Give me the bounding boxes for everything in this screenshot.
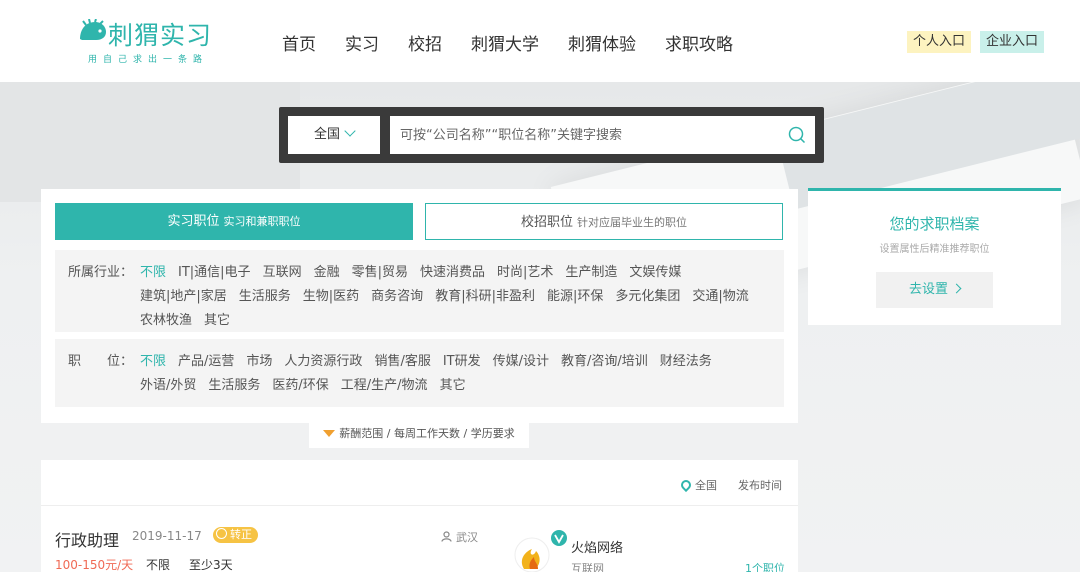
job-salary: 100-150元/天	[55, 558, 134, 572]
nav-campus[interactable]: 校招	[408, 30, 442, 55]
position-option[interactable]: 财经法务	[660, 354, 712, 369]
site-header: 刺猬实习 用自己求出一条路 首页 实习 校招 刺猬大学 刺猬体验 求职攻略 个人…	[0, 0, 1080, 82]
industry-option[interactable]: 文娱传媒	[629, 265, 681, 280]
position-options: 不限 产品/运营 市场 人力资源行政 销售/客服 IT研发 传媒/设计 教育/咨询/培训 财经法…	[140, 350, 770, 398]
company-entry-button[interactable]: 企业入口	[980, 31, 1045, 53]
industry-option[interactable]: 金融	[314, 265, 340, 280]
industry-options: 不限 IT|通信|电子 互联网 金融 零售|贸易 快速消费品 时尚|艺术 生产制造 文娱传媒建筑…	[140, 261, 770, 333]
position-option[interactable]: IT研发	[443, 354, 481, 369]
location-filter[interactable]: 全国	[678, 477, 717, 493]
position-option[interactable]: 销售/客服	[374, 354, 430, 369]
sort-by-time[interactable]: 发布时间	[738, 477, 782, 493]
job-education: 不限	[146, 558, 171, 572]
company-logo[interactable]	[508, 529, 570, 572]
brand-slogan: 用自己求出一条路	[88, 55, 209, 65]
chevron-down-icon	[344, 125, 356, 137]
position-option[interactable]: 市场	[246, 354, 272, 369]
industry-option[interactable]: 互联网	[263, 265, 302, 280]
personal-entry-button[interactable]: 个人入口	[907, 31, 972, 53]
job-date: 2019-11-17	[132, 529, 202, 543]
filter-panel: 实习职位 实习和兼职职位 校招职位 针对应届毕业生的职位 所属行业： 不限 IT|通信…	[41, 189, 798, 423]
position-option[interactable]: 其它	[440, 378, 466, 393]
industry-option[interactable]: 交通|物流	[692, 289, 748, 304]
industry-option[interactable]: 商务咨询	[371, 289, 423, 304]
industry-option[interactable]: 生物|医药	[303, 289, 359, 304]
industry-option[interactable]: 建筑|地产|家居	[140, 289, 227, 304]
industry-option[interactable]: 能源|环保	[547, 289, 603, 304]
position-option[interactable]: 教育/咨询/培训	[561, 354, 648, 369]
industry-option[interactable]: IT|通信|电子	[178, 265, 251, 280]
industry-option[interactable]: 时尚|艺术	[497, 265, 553, 280]
industry-option[interactable]: 农林牧渔	[140, 313, 192, 328]
industry-option[interactable]: 多元化集团	[615, 289, 680, 304]
profile-card: 您的求职档案 设置属性后精准推荐职位 去设置	[808, 188, 1061, 325]
profile-setup-button[interactable]: 去设置	[876, 272, 993, 308]
tab-label: 实习职位	[167, 214, 220, 229]
main-nav: 首页 实习 校招 刺猬大学 刺猬体验 求职攻略	[282, 30, 762, 55]
industry-option[interactable]: 生产制造	[565, 265, 617, 280]
search-input[interactable]	[390, 116, 815, 154]
region-label: 全国	[313, 127, 340, 142]
position-option[interactable]: 生活服务	[208, 378, 260, 393]
position-option[interactable]: 产品/运营	[178, 354, 234, 369]
company-name[interactable]: 火焰网络	[571, 537, 623, 556]
industry-option[interactable]: 其它	[204, 313, 230, 328]
industry-option[interactable]: 生活服务	[239, 289, 291, 304]
list-toolbar: 全国 发布时间	[41, 460, 798, 506]
check-circle-icon	[216, 528, 227, 539]
brand-name: 刺猬实习	[108, 21, 213, 50]
tab-sublabel: 实习和兼职职位	[223, 215, 301, 228]
search-icon[interactable]	[788, 126, 806, 144]
background-paper	[0, 82, 300, 202]
more-filters-toggle[interactable]: 薪酬范围 / 每周工作天数 / 学历要求	[309, 422, 529, 448]
tab-sublabel: 针对应届毕业生的职位	[577, 216, 687, 229]
position-filter: 职 位： 不限 产品/运营 市场 人力资源行政 销售/客服 IT研发 传媒/设计 教育/咨询/…	[55, 339, 784, 407]
more-filters-label: 薪酬范围 / 每周工作天数 / 学历要求	[339, 427, 515, 440]
industry-option[interactable]: 零售|贸易	[352, 265, 408, 280]
nav-internship[interactable]: 实习	[345, 30, 379, 55]
position-filter-label: 职 位：	[68, 354, 134, 369]
job-city-label: 武汉	[456, 531, 478, 544]
tab-label: 校招职位	[520, 215, 573, 230]
position-option[interactable]: 人力资源行政	[284, 354, 362, 369]
tab-internship[interactable]: 实习职位 实习和兼职职位	[55, 203, 413, 240]
job-days: 至少3天	[189, 558, 233, 572]
position-option[interactable]: 外语/外贸	[140, 378, 196, 393]
job-title[interactable]: 行政助理	[55, 527, 119, 551]
brand-logo[interactable]: 刺猬实习 用自己求出一条路	[78, 14, 228, 66]
nav-experience[interactable]: 刺猬体验	[568, 30, 636, 55]
job-list: 全国 发布时间 行政助理 2019-11-17 转正 武汉 100-150元/天…	[41, 460, 798, 572]
industry-filter: 所属行业： 不限 IT|通信|电子 互联网 金融 零售|贸易 快速消费品 时尚|艺术 生产制造…	[55, 250, 784, 332]
profile-setup-label: 去设置	[908, 282, 948, 297]
industry-option[interactable]: 不限	[140, 265, 166, 280]
job-city: 武汉	[441, 529, 478, 545]
region-select[interactable]: 全国	[288, 116, 380, 154]
triangle-down-icon	[323, 430, 336, 437]
industry-filter-label: 所属行业：	[68, 265, 134, 280]
profile-subtitle: 设置属性后精准推荐职位	[879, 244, 990, 255]
company-job-count[interactable]: 1个职位	[745, 560, 785, 572]
tab-campus[interactable]: 校招职位 针对应届毕业生的职位	[425, 203, 783, 240]
position-option[interactable]: 工程/生产/物流	[341, 378, 428, 393]
location-pin-icon	[678, 477, 694, 493]
person-pin-icon	[441, 531, 452, 542]
search-bar: 全国	[279, 107, 824, 163]
position-option[interactable]: 不限	[140, 354, 166, 369]
profile-title: 您的求职档案	[889, 215, 980, 233]
company-industry: 互联网	[571, 562, 604, 572]
chevron-right-icon	[951, 283, 962, 294]
industry-option[interactable]: 教育|科研|非盈利	[435, 289, 535, 304]
location-filter-label: 全国	[695, 479, 717, 492]
status-badge: 转正	[213, 527, 258, 543]
hedgehog-icon	[80, 19, 106, 40]
position-option[interactable]: 传媒/设计	[493, 354, 549, 369]
nav-university[interactable]: 刺猬大学	[471, 30, 539, 55]
nav-guide[interactable]: 求职攻略	[665, 30, 733, 55]
status-badge-label: 转正	[230, 528, 252, 541]
position-option[interactable]: 医药/环保	[272, 378, 328, 393]
industry-option[interactable]: 快速消费品	[420, 265, 485, 280]
nav-home[interactable]: 首页	[282, 30, 316, 55]
